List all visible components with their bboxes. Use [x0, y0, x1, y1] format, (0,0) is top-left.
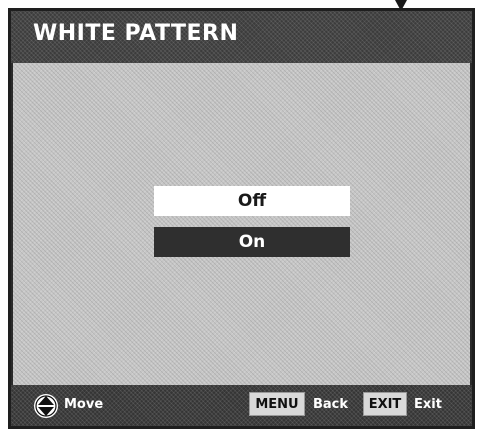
move-label: Move [64, 397, 104, 412]
menu-key-button[interactable]: MENU [249, 392, 305, 416]
option-on-label: On [238, 232, 266, 252]
osd-header: WHITE PATTERN [11, 11, 472, 63]
exit-key-button[interactable]: EXIT [363, 392, 407, 416]
exit-label: Exit [414, 397, 442, 412]
option-off-label: Off [237, 191, 267, 211]
osd-footer: Move MENU Back EXIT Exit [11, 385, 472, 426]
up-down-arrow-icon [34, 394, 58, 418]
osd-body: Off On [13, 63, 470, 385]
osd-title: WHITE PATTERN [33, 21, 239, 46]
osd-menu-window: WHITE PATTERN Off On Move MENU Back EXIT… [8, 8, 475, 429]
option-off[interactable]: Off [154, 186, 350, 216]
back-label: Back [313, 397, 349, 412]
option-on[interactable]: On [154, 227, 350, 257]
